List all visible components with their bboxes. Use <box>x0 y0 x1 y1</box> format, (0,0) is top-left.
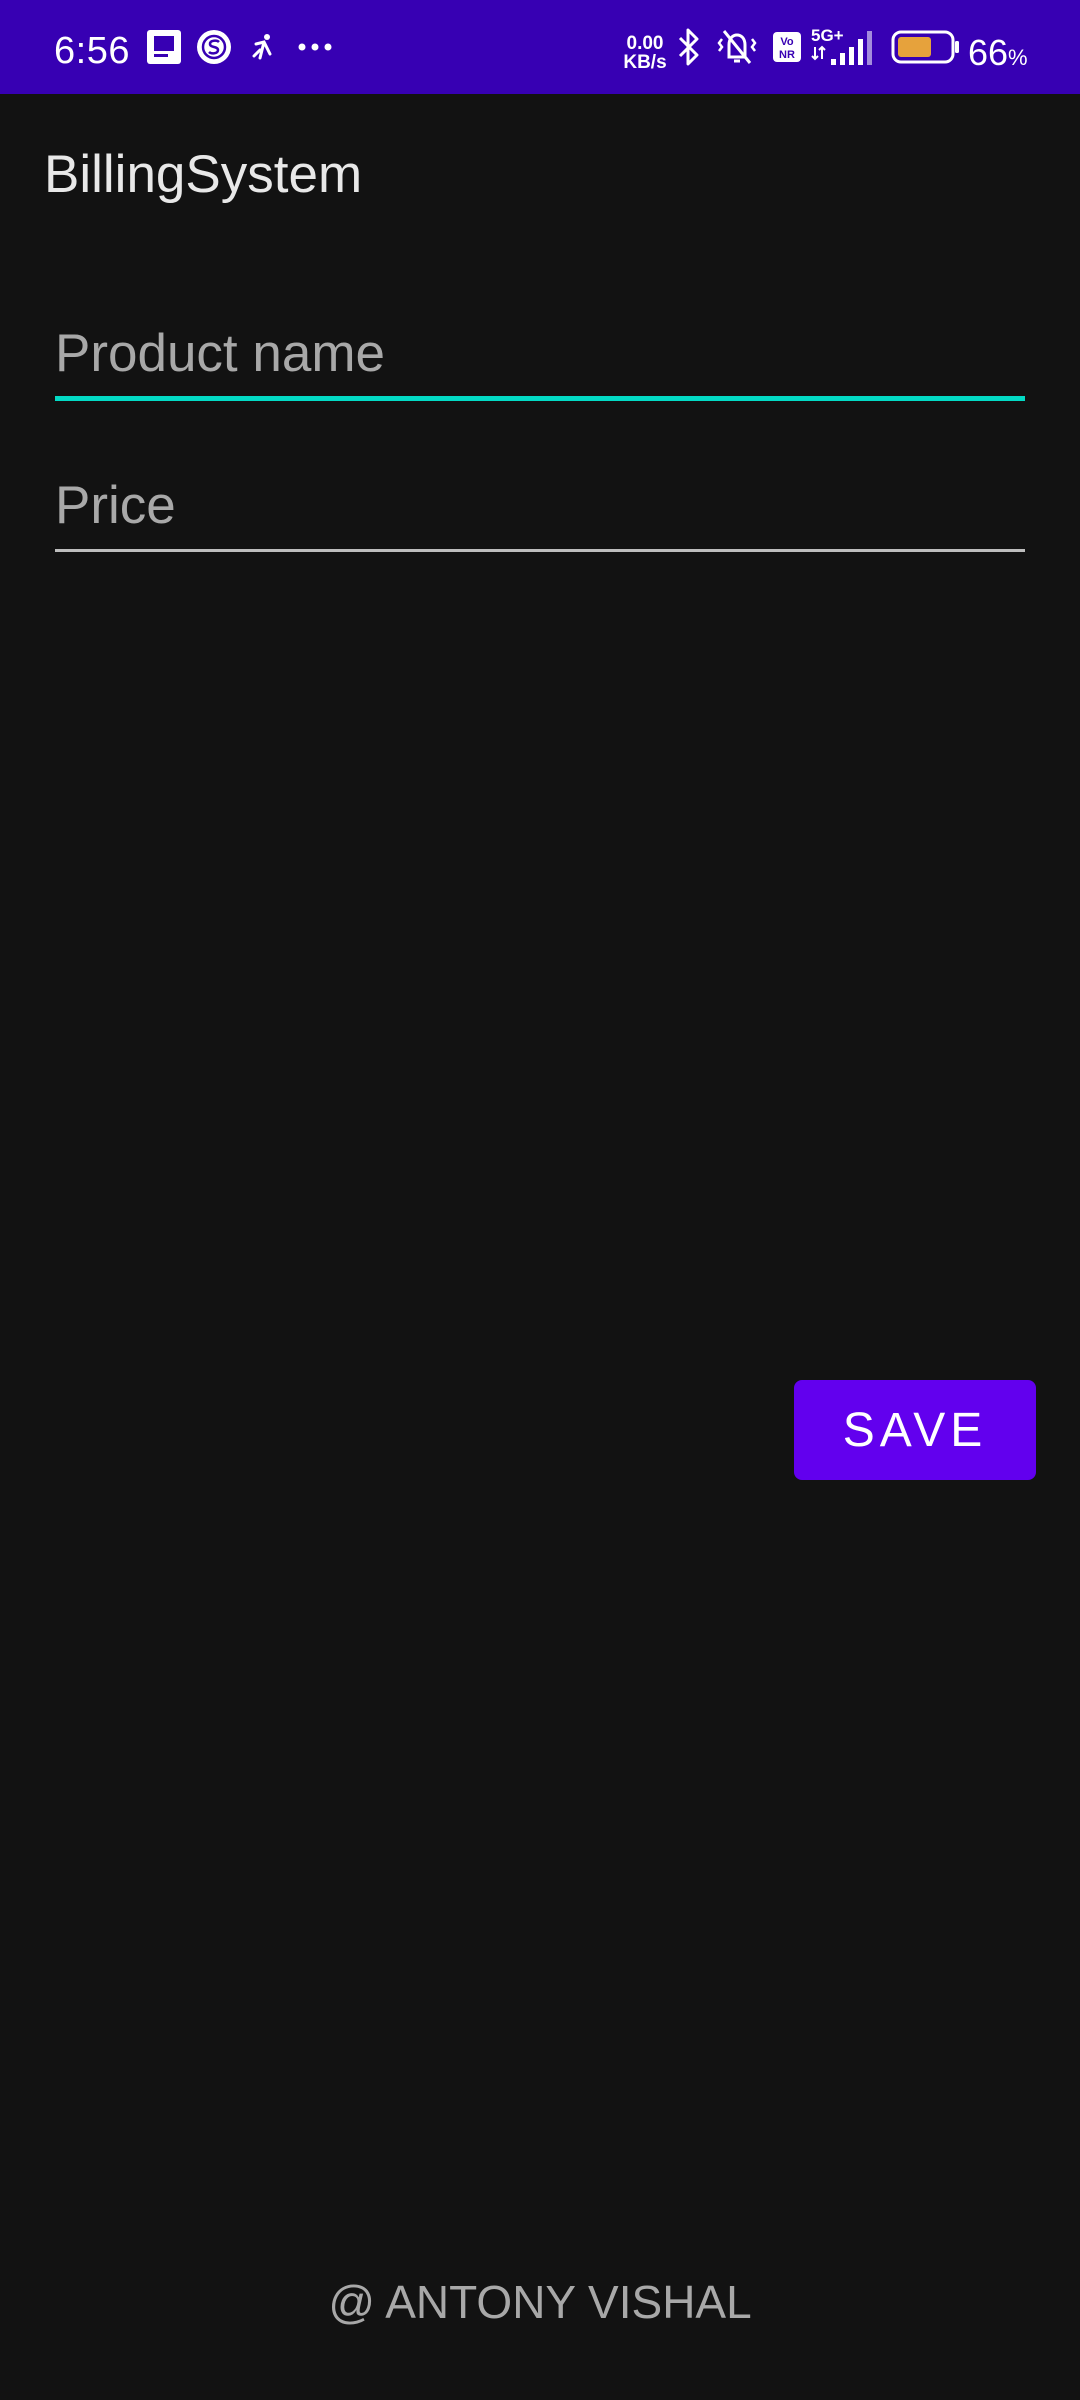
vibrate-silent-icon <box>712 0 762 94</box>
vonr-icon: Vo NR <box>772 0 802 94</box>
product-name-underline <box>55 396 1025 401</box>
s-app-icon <box>194 0 234 94</box>
battery-percent: 66% <box>968 32 1028 74</box>
svg-text:Vo: Vo <box>780 36 794 48</box>
status-time: 6:56 <box>54 30 130 72</box>
footer-credit: @ ANTONY VISHAL <box>328 2276 752 2328</box>
battery-percent-unit: % <box>1008 45 1028 70</box>
signal-icon: 5G+ <box>808 0 880 94</box>
network-type-label: 5G+ <box>811 26 844 45</box>
app-title: BillingSystem <box>44 145 363 204</box>
bluetooth-icon <box>674 0 704 94</box>
product-name-input[interactable] <box>55 310 1025 396</box>
network-speed-unit: KB/s <box>623 52 667 73</box>
battery-percent-value: 66 <box>968 32 1009 73</box>
network-speed-value: 0.00 <box>626 33 664 54</box>
notes-icon <box>144 0 184 94</box>
app-bar: BillingSystem <box>0 94 1080 254</box>
battery-icon <box>890 0 962 94</box>
product-name-field[interactable] <box>55 310 1025 410</box>
more-dots-icon <box>294 0 336 94</box>
price-field[interactable] <box>55 462 1025 562</box>
status-bar: 6:56 0.00 KB/s Vo NR 5G+ 66% <box>0 0 1080 94</box>
network-speed: 0.00 KB/s <box>622 34 668 72</box>
svg-text:NR: NR <box>779 49 795 61</box>
app-screen: 6:56 0.00 KB/s Vo NR 5G+ 66% BillingSyst… <box>0 0 1080 2400</box>
save-button[interactable]: SAVE <box>794 1380 1036 1480</box>
activity-icon <box>248 0 280 94</box>
price-input[interactable] <box>55 462 1025 548</box>
price-underline <box>55 549 1025 552</box>
